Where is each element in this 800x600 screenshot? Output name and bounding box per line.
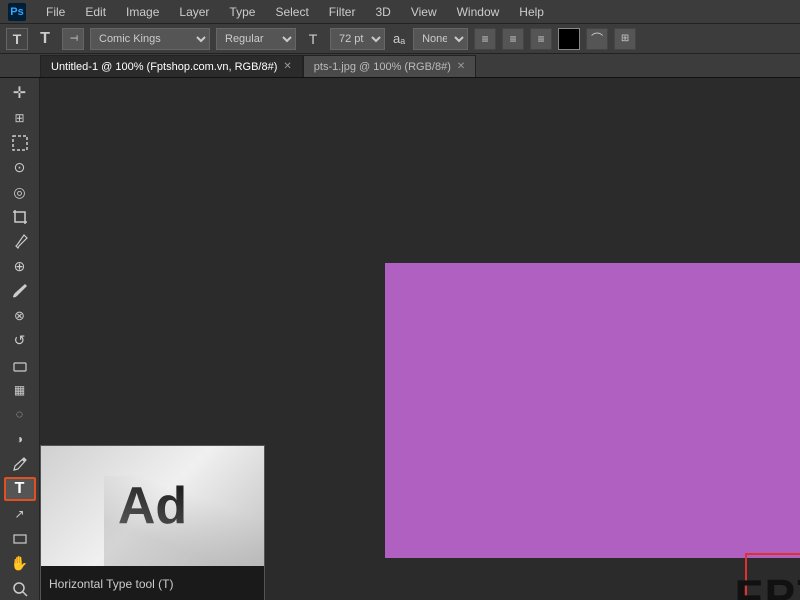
tool-crop[interactable] [4, 206, 36, 229]
tool-gradient[interactable]: ▦ [4, 378, 36, 401]
tool-zoom[interactable] [4, 577, 36, 600]
tool-marquee[interactable] [4, 131, 36, 154]
tool-pen[interactable] [4, 453, 36, 476]
menu-type[interactable]: Type [225, 3, 259, 21]
tab-pts1-close[interactable]: ✕ [457, 61, 465, 72]
options-bar: T T T Comic Kings Arial Times New Roman … [0, 24, 800, 54]
toolbar: ✛ ⊞ ⊙ ◎ ⊕ ⊗ ↺ ▦ ◌ [0, 78, 40, 600]
font-family-select[interactable]: Comic Kings Arial Times New Roman [90, 28, 210, 50]
canvas-area[interactable]: FPTSHOP.COM.VN Ad Horizontal Type tool (… [40, 78, 800, 600]
tool-move[interactable]: ✛ [4, 82, 36, 105]
character-panel-btn[interactable]: ⊞ [614, 28, 636, 50]
menu-3d[interactable]: 3D [371, 3, 394, 21]
tool-eraser[interactable] [4, 354, 36, 377]
align-center-btn[interactable]: ≡ [502, 28, 524, 50]
tool-brush[interactable] [4, 280, 36, 303]
app-logo: Ps [8, 3, 26, 21]
align-left-btn[interactable]: ≡ [474, 28, 496, 50]
tab-untitled-close[interactable]: ✕ [283, 61, 291, 72]
tab-pts1[interactable]: pts-1.jpg @ 100% (RGB/8#) ✕ [303, 55, 477, 77]
tool-path-selection[interactable]: ↗ [4, 503, 36, 526]
menu-image[interactable]: Image [122, 3, 163, 21]
menu-help[interactable]: Help [515, 3, 548, 21]
tabs-bar: Untitled-1 @ 100% (Fptshop.com.vn, RGB/8… [0, 54, 800, 78]
font-size-icon: T [34, 28, 56, 50]
main-area: ✛ ⊞ ⊙ ◎ ⊕ ⊗ ↺ ▦ ◌ [0, 78, 800, 600]
text-layer-content: FPTSHOP.COM.VN [734, 569, 800, 600]
tool-hand[interactable]: ✋ [4, 553, 36, 576]
menu-edit[interactable]: Edit [81, 3, 110, 21]
anti-alias-select[interactable]: None Sharp Crisp Strong Smooth [413, 28, 468, 50]
tool-preset-btn[interactable]: T [6, 28, 28, 50]
menu-layer[interactable]: Layer [175, 3, 213, 21]
text-color-swatch[interactable] [558, 28, 580, 50]
tool-shape[interactable] [4, 528, 36, 551]
tool-blur[interactable]: ◌ [4, 403, 36, 426]
tool-quick-select[interactable]: ◎ [4, 181, 36, 204]
tooltip-thumbnail: Ad [41, 446, 264, 566]
tool-eyedropper[interactable] [4, 230, 36, 253]
tool-type[interactable]: T [4, 477, 36, 501]
text-layer-box[interactable]: FPTSHOP.COM.VN [745, 553, 800, 600]
tool-dodge[interactable]: ◑ [4, 428, 36, 451]
tool-history[interactable]: ↺ [4, 329, 36, 352]
warp-text-btn[interactable]: ⌒ [586, 28, 608, 50]
aa-label: aₐ [393, 31, 405, 46]
font-style-select[interactable]: Regular Bold Italic [216, 28, 296, 50]
align-right-btn[interactable]: ≡ [530, 28, 552, 50]
tool-artboard[interactable]: ⊞ [4, 107, 36, 130]
tooltip-label: Horizontal Type tool (T) [41, 566, 264, 600]
menu-select[interactable]: Select [271, 3, 312, 21]
tool-lasso[interactable]: ⊙ [4, 156, 36, 179]
tab-untitled[interactable]: Untitled-1 @ 100% (Fptshop.com.vn, RGB/8… [40, 55, 303, 77]
menu-file[interactable]: File [42, 3, 69, 21]
menu-bar: Ps File Edit Image Layer Type Select Fil… [0, 0, 800, 24]
tab-pts1-label: pts-1.jpg @ 100% (RGB/8#) [314, 61, 451, 73]
document-canvas: FPTSHOP.COM.VN [385, 263, 800, 558]
orient-toggle[interactable]: T [62, 28, 84, 50]
menu-view[interactable]: View [407, 3, 441, 21]
menu-window[interactable]: Window [453, 3, 504, 21]
tool-clone-stamp[interactable]: ⊗ [4, 304, 36, 327]
tool-healing[interactable]: ⊕ [4, 255, 36, 278]
font-size-up[interactable]: T [302, 28, 324, 50]
tab-untitled-label: Untitled-1 @ 100% (Fptshop.com.vn, RGB/8… [51, 61, 277, 73]
font-size-select[interactable]: 72 pt 36 pt 48 pt 96 pt [330, 28, 385, 50]
menu-filter[interactable]: Filter [325, 3, 360, 21]
tool-tooltip-popup: Ad Horizontal Type tool (T) [40, 445, 265, 600]
hand-overlay [104, 476, 264, 566]
